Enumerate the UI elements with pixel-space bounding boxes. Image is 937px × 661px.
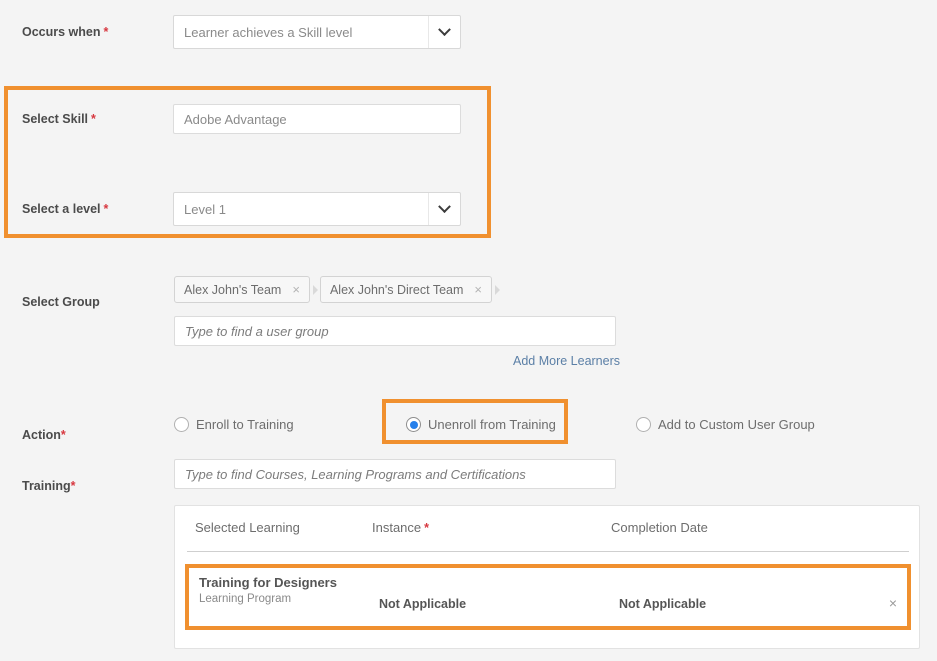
column-header-instance-text: Instance: [372, 520, 421, 535]
select-level-label-text: Select a level: [22, 202, 101, 216]
group-chip-label: Alex John's Direct Team: [330, 283, 463, 297]
select-skill-value: Adobe Advantage: [184, 112, 287, 127]
table-header-row: Selected Learning Instance* Completion D…: [187, 520, 909, 552]
close-icon[interactable]: ×: [889, 595, 897, 611]
chevron-down-icon[interactable]: [428, 193, 460, 225]
occurs-when-value: Learner achieves a Skill level: [174, 25, 428, 40]
training-placeholder: Type to find Courses, Learning Programs …: [185, 467, 526, 482]
column-header-instance: Instance*: [372, 520, 429, 535]
cell-completion-date: Not Applicable: [619, 597, 706, 611]
select-group-label: Select Group: [0, 295, 150, 310]
column-header-selected-learning: Selected Learning: [195, 520, 300, 535]
group-chip[interactable]: Alex John's Team ×: [174, 276, 310, 303]
select-level-select[interactable]: Level 1: [173, 192, 461, 226]
radio-button-icon[interactable]: [174, 417, 189, 432]
select-group-input[interactable]: Type to find a user group: [174, 316, 616, 346]
selected-learning-table: Selected Learning Instance* Completion D…: [174, 505, 920, 649]
select-group-label-text: Select Group: [22, 295, 100, 309]
learning-title: Training for Designers: [199, 575, 337, 590]
required-asterisk: *: [61, 428, 66, 442]
radio-button-icon[interactable]: [636, 417, 651, 432]
radio-unenroll-from-training[interactable]: Unenroll from Training: [406, 417, 556, 432]
occurs-when-select[interactable]: Learner achieves a Skill level: [173, 15, 461, 49]
radio-add-to-custom-user-group[interactable]: Add to Custom User Group: [636, 417, 815, 432]
group-chip[interactable]: Alex John's Direct Team ×: [320, 276, 492, 303]
required-asterisk: *: [91, 112, 96, 126]
row-select-skill: Select Skill* Adobe Advantage: [0, 97, 480, 141]
select-skill-label: Select Skill*: [0, 112, 150, 127]
chevron-down-icon[interactable]: [428, 16, 460, 48]
occurs-when-label: Occurs when*: [0, 25, 150, 40]
row-occurs-when: Occurs when* Learner achieves a Skill le…: [0, 10, 480, 54]
group-chip-label: Alex John's Team: [184, 283, 281, 297]
cell-instance: Not Applicable: [379, 597, 466, 611]
required-asterisk: *: [424, 521, 429, 535]
select-skill-label-text: Select Skill: [22, 112, 88, 126]
column-header-completion-date: Completion Date: [611, 520, 708, 535]
required-asterisk: *: [104, 202, 109, 216]
action-label-text: Action: [22, 428, 61, 442]
radio-enroll-to-training[interactable]: Enroll to Training: [174, 417, 294, 432]
training-label: Training*: [0, 479, 150, 494]
select-group-chips: Alex John's Team × Alex John's Direct Te…: [174, 276, 502, 303]
select-level-label: Select a level*: [0, 202, 150, 217]
radio-button-selected-icon[interactable]: [406, 417, 421, 432]
close-icon[interactable]: ×: [292, 283, 300, 296]
close-icon[interactable]: ×: [474, 283, 482, 296]
cell-selected-learning: Training for Designers Learning Program: [199, 575, 337, 605]
radio-label: Add to Custom User Group: [658, 417, 815, 432]
chip-separator-icon: [495, 285, 500, 295]
radio-label: Unenroll from Training: [428, 417, 556, 432]
select-skill-input[interactable]: Adobe Advantage: [173, 104, 461, 134]
action-label: Action*: [0, 428, 150, 443]
select-group-placeholder: Type to find a user group: [185, 324, 329, 339]
occurs-when-label-text: Occurs when: [22, 25, 101, 39]
radio-label: Enroll to Training: [196, 417, 294, 432]
select-level-value: Level 1: [174, 202, 428, 217]
table-row[interactable]: Training for Designers Learning Program …: [185, 564, 911, 630]
chip-separator-icon: [313, 285, 318, 295]
training-label-text: Training: [22, 479, 71, 493]
training-search-input[interactable]: Type to find Courses, Learning Programs …: [174, 459, 616, 489]
row-select-level: Select a level* Level 1: [0, 187, 480, 231]
required-asterisk: *: [71, 479, 76, 493]
required-asterisk: *: [104, 25, 109, 39]
learning-type: Learning Program: [199, 593, 337, 605]
add-more-learners-link[interactable]: Add More Learners: [513, 354, 620, 368]
